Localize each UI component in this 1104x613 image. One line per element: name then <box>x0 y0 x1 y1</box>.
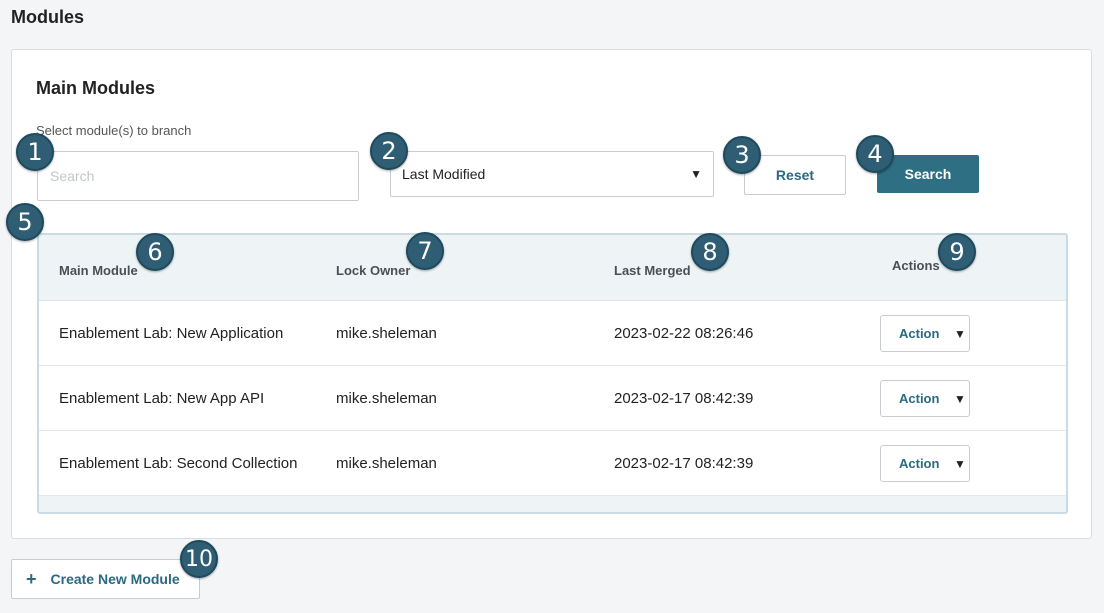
callout-badge-8: 8 <box>691 233 729 271</box>
column-header-actions: Actions <box>892 258 940 273</box>
action-dropdown-button[interactable]: Action ▼ <box>880 445 970 482</box>
cell-module: Enablement Lab: New Application <box>59 324 284 342</box>
column-header-last-merged: Last Merged <box>614 263 691 278</box>
action-label: Action <box>899 326 940 341</box>
create-new-module-label: Create New Module <box>50 571 180 587</box>
callout-badge-7: 7 <box>406 232 444 270</box>
callout-badge-6: 6 <box>136 233 174 271</box>
action-label: Action <box>899 391 940 406</box>
sort-select-value: Last Modified <box>402 166 486 182</box>
column-header-lock-owner: Lock Owner <box>336 263 411 278</box>
cell-merged: 2023-02-17 08:42:39 <box>614 454 754 472</box>
main-modules-panel: Main Modules Select module(s) to branch … <box>11 49 1092 539</box>
chevron-down-icon: ▼ <box>954 391 966 406</box>
cell-owner: mike.sheleman <box>336 389 437 407</box>
panel-title: Main Modules <box>36 78 156 98</box>
chevron-down-icon: ▼ <box>954 326 966 341</box>
cell-owner: mike.sheleman <box>336 454 437 472</box>
cell-module: Enablement Lab: Second Collection <box>59 454 298 472</box>
action-dropdown-button[interactable]: Action ▼ <box>880 380 970 417</box>
select-modules-label: Select module(s) to branch <box>36 123 192 138</box>
cell-owner: mike.sheleman <box>336 324 437 342</box>
table-row: Enablement Lab: Second Collection mike.s… <box>39 431 1066 496</box>
callout-badge-3: 3 <box>723 136 761 174</box>
callout-badge-9: 9 <box>938 233 976 271</box>
action-label: Action <box>899 456 940 471</box>
sort-select[interactable]: Last Modified ▼ <box>390 151 714 197</box>
modules-table: Main Module Lock Owner Last Merged Actio… <box>37 233 1068 514</box>
page-title: Modules <box>11 7 85 27</box>
callout-badge-2: 2 <box>370 132 408 170</box>
chevron-down-icon: ▼ <box>690 167 702 181</box>
table-row: Enablement Lab: New Application mike.she… <box>39 301 1066 366</box>
table-row: Enablement Lab: New App API mike.shelema… <box>39 366 1066 431</box>
callout-badge-1: 1 <box>16 133 54 171</box>
chevron-down-icon: ▼ <box>954 456 966 471</box>
cell-module: Enablement Lab: New App API <box>59 389 265 407</box>
callout-badge-10: 10 <box>180 540 218 578</box>
column-header-main-module: Main Module <box>59 263 138 278</box>
callout-badge-4: 4 <box>856 135 894 173</box>
create-new-module-button[interactable]: + Create New Module <box>11 559 200 599</box>
action-dropdown-button[interactable]: Action ▼ <box>880 315 970 352</box>
search-input[interactable] <box>37 151 359 201</box>
table-header: Main Module Lock Owner Last Merged Actio… <box>39 235 1066 301</box>
plus-icon: + <box>26 568 37 589</box>
cell-merged: 2023-02-17 08:42:39 <box>614 389 754 407</box>
table-body: Enablement Lab: New Application mike.she… <box>39 301 1066 496</box>
cell-merged: 2023-02-22 08:26:46 <box>614 324 754 342</box>
callout-badge-5: 5 <box>6 203 44 241</box>
